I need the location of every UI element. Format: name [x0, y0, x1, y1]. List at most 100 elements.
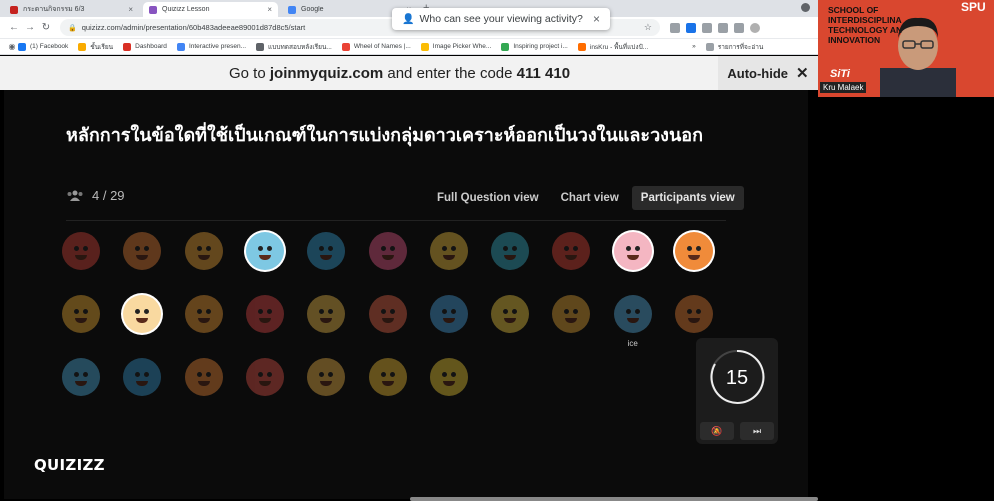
avatar-mouth — [442, 318, 455, 323]
avatar-eye — [257, 309, 263, 314]
avatar-eye — [135, 372, 141, 377]
participant-avatar — [184, 358, 223, 396]
extension-icon[interactable] — [718, 22, 728, 33]
avatar-eye — [266, 309, 272, 314]
auto-hide-button[interactable]: Auto-hide ✕ — [718, 56, 818, 90]
bookmark-favicon — [341, 42, 350, 51]
avatar-eye — [328, 246, 334, 251]
tab-participants-view[interactable]: Participants view — [631, 186, 744, 210]
avatar-face — [491, 295, 530, 333]
avatar-eye — [319, 309, 325, 314]
bookmarks-overflow-icon[interactable]: » — [692, 43, 696, 50]
back-arrow-icon[interactable]: ← — [6, 22, 22, 33]
avatar-eye — [625, 309, 631, 314]
bookmark-item[interactable]: ชั้นเรียน — [78, 42, 113, 52]
view-tabs: Full Question view Chart view Participan… — [428, 186, 744, 210]
participant-avatar — [245, 358, 284, 396]
browser-tab[interactable]: กระดานกิจกรรม 6/3 × — [4, 2, 139, 17]
close-popup-icon[interactable]: × — [593, 12, 600, 26]
avatar-eye — [205, 372, 211, 377]
avatar-eye — [687, 309, 692, 314]
bookmark-item[interactable]: (1) Facebook — [18, 42, 68, 51]
bookmark-label: insKru - พื้นที่แบ่งปั... — [589, 43, 649, 51]
bookmark-favicon — [501, 42, 510, 51]
skip-button[interactable]: ⏭ — [740, 422, 774, 440]
webcam-feed: SCHOOL OF INTERDISCIPLINA TECHNOLOGY AN … — [818, 0, 994, 97]
tab-title: กระดานกิจกรรม 6/3 — [23, 6, 85, 13]
screen: กระดานกิจกรรม 6/3 × Quizizz Lesson × Goo… — [0, 0, 994, 501]
close-tab-icon[interactable]: × — [128, 5, 133, 14]
tab-favicon — [10, 5, 18, 14]
avatar-eye — [380, 309, 386, 314]
avatar-mouth — [258, 255, 271, 260]
avatar-mouth — [75, 318, 87, 323]
avatar-mouth — [381, 318, 394, 323]
participant-avatar — [62, 295, 100, 333]
mute-button[interactable]: 🔕 — [700, 422, 734, 440]
bookmarks-bar: ◉ (1) Facebook ชั้นเรียน Dashboard Inter… — [0, 39, 818, 55]
avatar-mouth — [381, 255, 394, 260]
question-text: หลักการในข้อใดที่ใช้เป็นเกณฑ์ในการแบ่งกล… — [66, 125, 703, 146]
avatar-mouth — [688, 318, 700, 323]
participant-avatar — [491, 295, 530, 333]
reading-list-label: รายการที่จะอ่าน — [717, 43, 764, 51]
mute-icon: 🔕 — [711, 425, 723, 436]
browser-tab-active[interactable]: Quizizz Lesson × — [143, 2, 278, 17]
avatar-eye — [441, 309, 447, 314]
avatar-mouth — [136, 255, 149, 260]
extension-icon[interactable] — [686, 22, 696, 33]
avatar-eye — [441, 246, 447, 251]
bookmark-item[interactable]: Inspiring project i... — [501, 42, 568, 51]
avatar-eye — [389, 246, 395, 251]
avatar-mouth — [626, 318, 639, 323]
avatar-eye — [74, 309, 79, 314]
reading-list-item[interactable]: รายการที่จะอ่าน — [705, 42, 764, 52]
viewing-activity-popup[interactable]: 👤 Who can see your viewing activity? × — [392, 8, 610, 30]
bookmark-item[interactable]: Dashboard — [123, 42, 167, 51]
participant-avatar — [368, 232, 407, 270]
bookmark-star-icon[interactable]: ☆ — [644, 22, 652, 33]
avatar-eye — [328, 309, 334, 314]
horizontal-scrollbar[interactable] — [410, 497, 818, 501]
avatar-eye — [512, 309, 518, 314]
bookmark-item[interactable]: แบบทดสอบหลังเรียน... — [256, 42, 332, 52]
avatar-mouth — [320, 318, 333, 323]
bookmark-label: Dashboard — [135, 43, 167, 50]
tab-chart-view[interactable]: Chart view — [552, 186, 628, 210]
tab-title: Google — [301, 6, 324, 13]
bookmark-item[interactable]: Interactive presen... — [176, 42, 246, 51]
apps-icon[interactable]: ◉ — [6, 42, 18, 51]
avatar-mouth — [320, 381, 333, 386]
avatar-face — [429, 358, 468, 396]
close-icon: ✕ — [796, 65, 809, 82]
participant-avatar — [429, 358, 468, 396]
extension-icon[interactable] — [670, 22, 680, 33]
bookmark-label: Inspiring project i... — [513, 43, 568, 50]
avatar-mouth — [136, 381, 149, 386]
tab-full-question-view[interactable]: Full Question view — [428, 186, 548, 210]
reload-icon[interactable]: ↻ — [38, 22, 54, 33]
close-tab-icon[interactable]: × — [267, 5, 272, 14]
avatar-mouth — [442, 255, 455, 260]
avatar-eye — [634, 246, 640, 251]
extension-icon[interactable] — [702, 22, 712, 33]
avatar-face — [245, 358, 284, 396]
avatar-face — [123, 358, 162, 396]
avatar-eye — [144, 372, 150, 377]
bookmark-item[interactable]: Image Picker Whe... — [420, 42, 491, 51]
bookmark-item[interactable]: Wheel of Names |... — [341, 42, 411, 51]
profile-avatar-icon[interactable] — [750, 22, 760, 33]
join-code: 411 410 — [516, 65, 571, 82]
avatar-face — [429, 232, 468, 270]
puzzle-icon[interactable] — [734, 22, 744, 33]
avatar-face — [613, 232, 652, 270]
avatar-mouth — [504, 255, 517, 260]
participant-avatar — [307, 295, 346, 333]
bookmark-item[interactable]: insKru - พื้นที่แบ่งปั... — [577, 42, 649, 52]
window-control-icon[interactable] — [801, 3, 810, 12]
avatar-eye — [83, 246, 88, 251]
avatar-face — [675, 295, 713, 333]
forward-arrow-icon[interactable]: → — [22, 22, 38, 33]
avatar-mouth — [197, 255, 210, 260]
avatar-face — [368, 232, 407, 270]
